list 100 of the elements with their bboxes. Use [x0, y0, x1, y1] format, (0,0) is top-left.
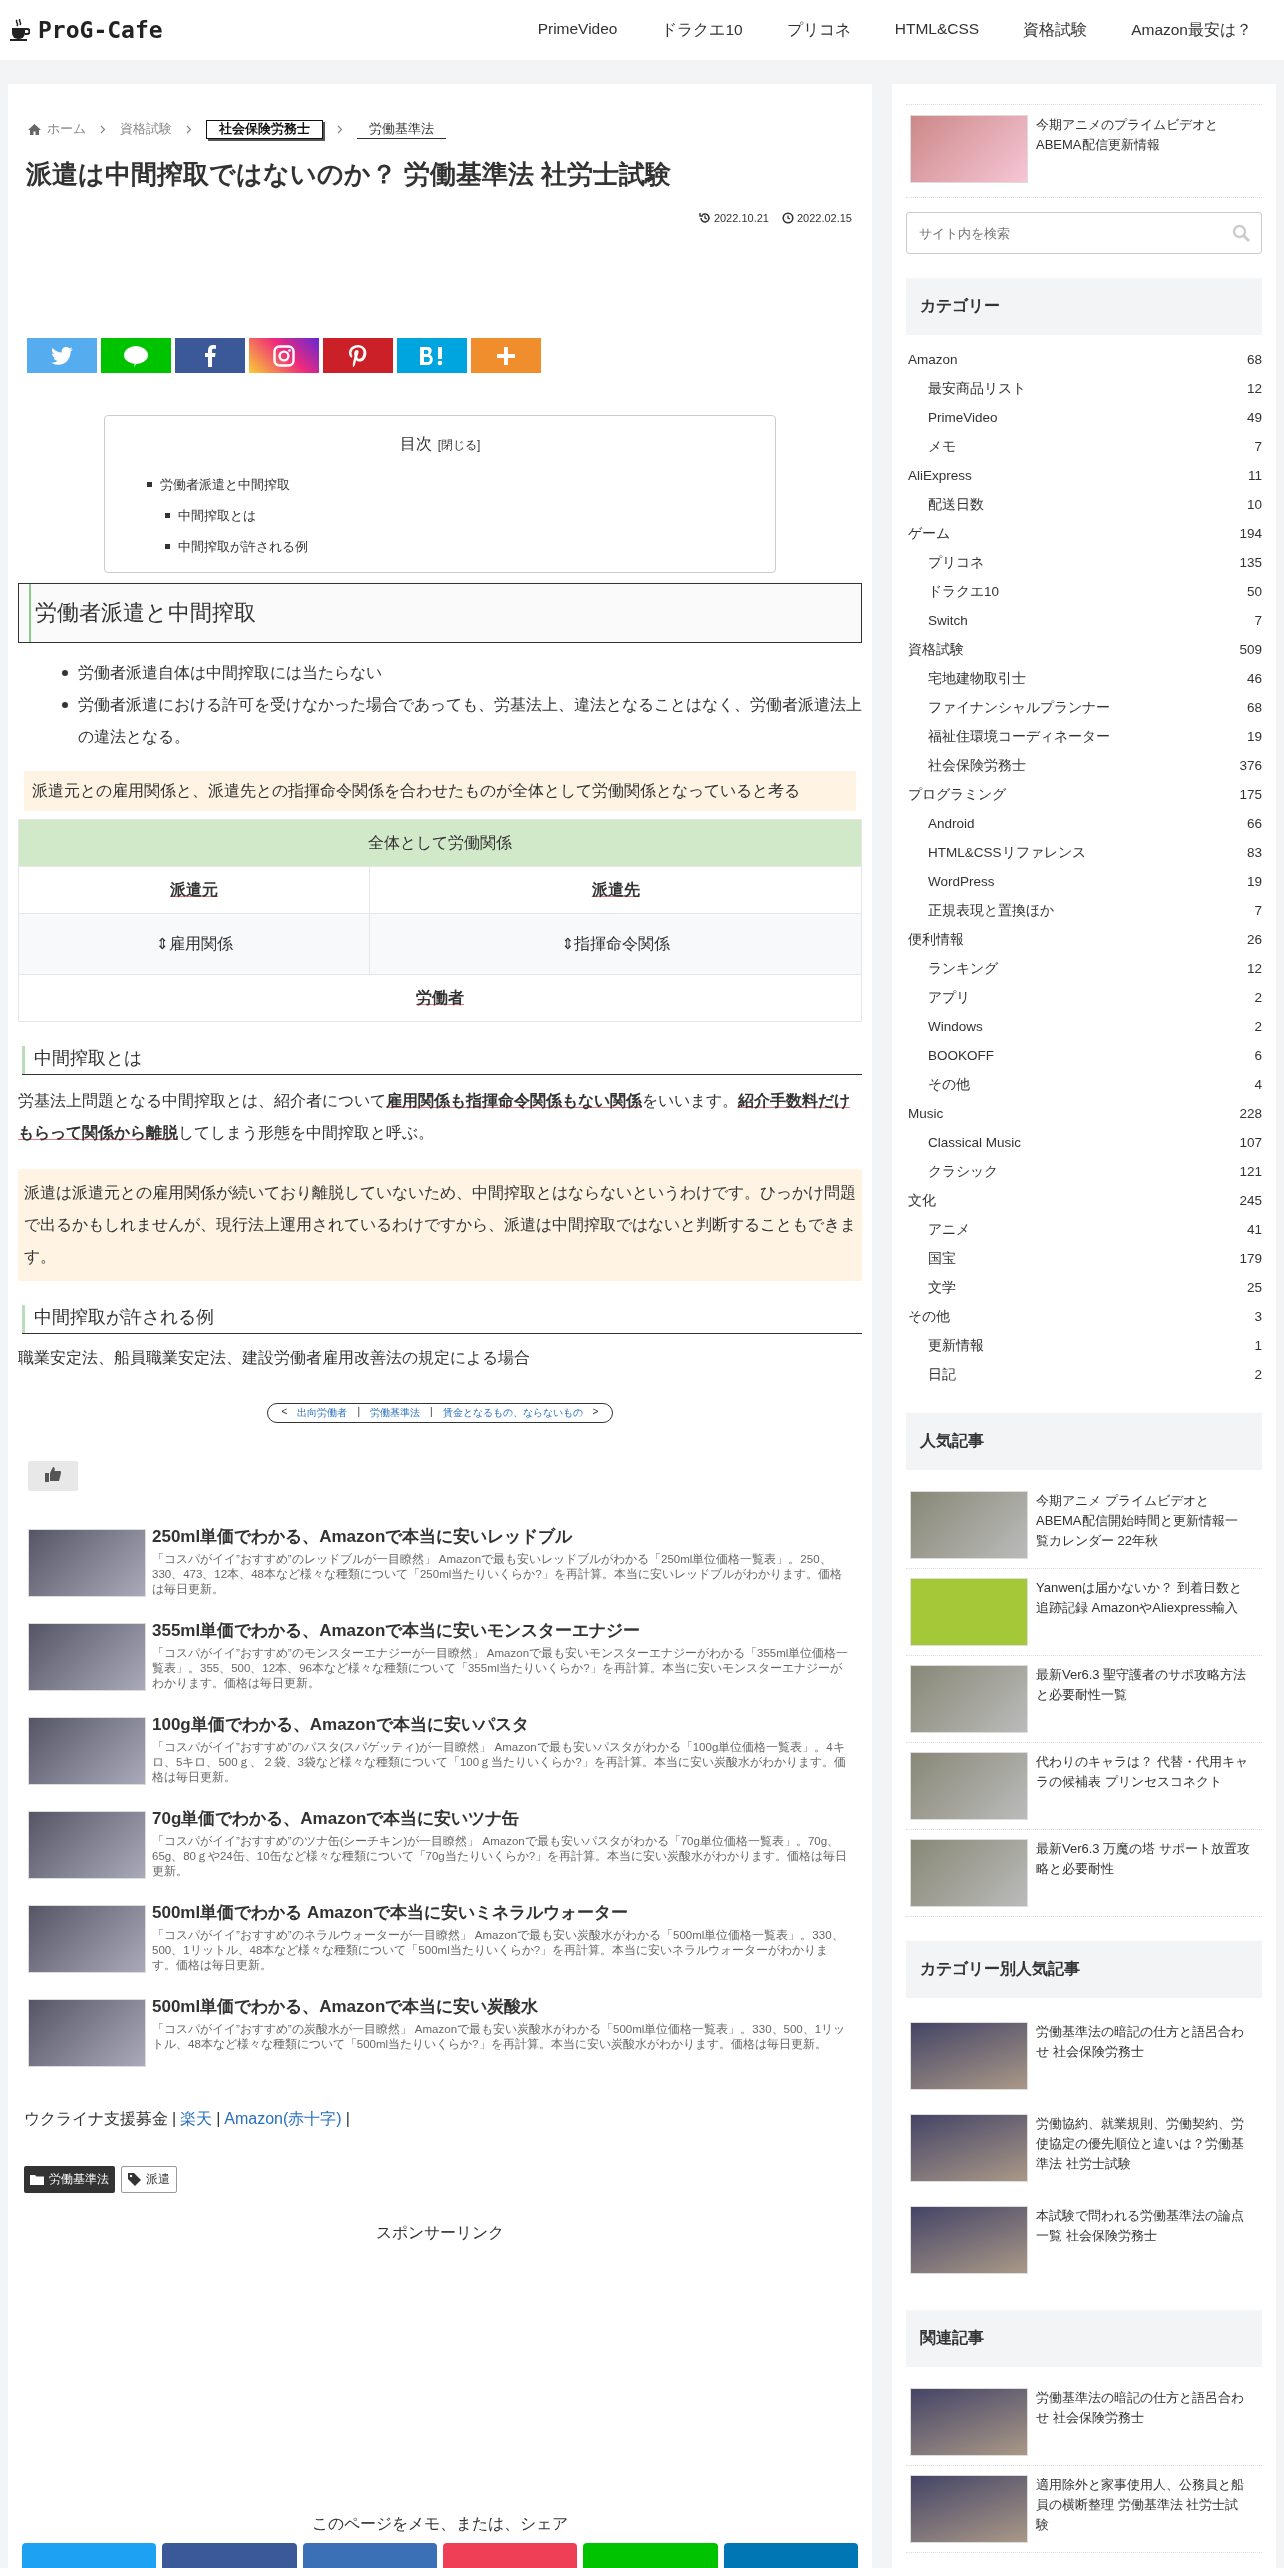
category-link[interactable]: Amazon [908, 352, 958, 367]
pager-separator: | [430, 1406, 433, 1419]
category-link[interactable]: 社会保険労務士 [928, 756, 1026, 775]
toc-toggle-link[interactable]: [閉じる] [437, 438, 481, 452]
category-link[interactable]: 最安商品リスト [928, 379, 1026, 398]
sidebar-article-link[interactable]: 最新Ver6.3 聖守護者のサポ攻略方法と必要耐性一覧 [1036, 1665, 1250, 1733]
category-link[interactable]: ドラクエ10 [928, 582, 1000, 601]
nav-link[interactable]: PrimeVideo [515, 19, 640, 41]
share-button[interactable] [175, 338, 245, 373]
post-count: 12 [1246, 961, 1262, 976]
category-link[interactable]: その他 [928, 1075, 970, 1094]
category-link[interactable]: 更新情報 [928, 1336, 984, 1355]
sidebar-article-link[interactable]: 労働基準法の暗記の仕方と語呂合わせ 社会保険労務士 [1036, 2388, 1250, 2456]
category-link[interactable]: 便利情報 [908, 930, 964, 949]
post-count: 175 [1239, 787, 1262, 802]
related-article-title[interactable]: 250ml単価でわかる、Amazonで本当に安いレッドブル [152, 1525, 852, 1548]
nav-link[interactable]: 資格試験 [1001, 19, 1110, 41]
toc-link[interactable]: 中間搾取とは [178, 500, 256, 531]
tag-link[interactable]: 労働基準法 [24, 2166, 115, 2193]
category-link[interactable]: Classical Music [928, 1135, 1022, 1150]
sidebar-article-link[interactable]: 労働基準法の暗記の仕方と語呂合わせ 社会保険労務士 [1036, 2022, 1250, 2090]
link-separator: | [172, 2110, 177, 2127]
search-icon[interactable] [1232, 224, 1250, 242]
category-link[interactable]: Windows [928, 1019, 983, 1034]
sidebar-article-link[interactable]: Yanwenは届かないか？ 到着日数と追跡記録 AmazonやAliexpress輸入 [1036, 1578, 1250, 1646]
category-link[interactable]: WordPress [928, 874, 995, 889]
square-bullet-icon [165, 513, 170, 518]
category-link[interactable]: HTML&CSSリファレンス [928, 843, 1086, 862]
post-count: 66 [1246, 816, 1262, 831]
sidebar-article-link[interactable]: 最新Ver6.3 万魔の塔 サポート放置攻略と必要耐性 [1036, 1839, 1250, 1907]
category-link[interactable]: メモ [928, 437, 956, 456]
related-article-title[interactable]: 500ml単価でわかる、Amazonで本当に安い炭酸水 [152, 1995, 852, 2018]
related-article-title[interactable]: 100g単価でわかる、Amazonで本当に安いパスタ [152, 1713, 852, 1736]
nav-link[interactable]: ドラクエ10 [639, 19, 765, 41]
category-link[interactable]: プログラミング [908, 785, 1006, 804]
pager-link[interactable]: 労働基準法 [370, 1406, 420, 1420]
category-link[interactable]: プリコネ [928, 553, 984, 572]
category-link[interactable]: BOOKOFF [928, 1048, 994, 1063]
pager-link[interactable]: 賃金となるもの、ならないもの [442, 1406, 583, 1420]
pin-icon [349, 344, 367, 367]
refresh-clock-icon [698, 212, 711, 224]
coffee-cup-icon [10, 19, 30, 41]
published-date: 2022.02.15 [796, 212, 852, 224]
category-link[interactable]: 文学 [928, 1278, 956, 1297]
category-link[interactable]: Switch [928, 613, 968, 628]
sidebar-article-link[interactable]: 代わりのキャラは？ 代替・代用キャラの候補表 プリンセスコネクト [1036, 1752, 1250, 1820]
donation-link[interactable]: 楽天 [180, 2110, 213, 2127]
paragraph: 労基法上問題となる中間搾取とは、紹介者について雇用関係も指揮命令関係もない関係をいいます。紹介手数料だけもらって関係から離脱してしまう形態を中間搾取と呼ぶ。 [18, 1091, 851, 1143]
post-count: 121 [1239, 1164, 1262, 1179]
toc-title: 目次 [399, 435, 432, 452]
category-link[interactable]: ランキング [928, 959, 998, 978]
breadcrumb-link[interactable]: ホーム [47, 121, 86, 138]
sidebar-article-link[interactable]: 労働協約、就業規則、労働契約、労使協定の優先順位と違いは？労働基準法 社労士試験 [1036, 2114, 1250, 2182]
callout-note: 派遣は派遣元との雇用関係が続いており離脱していないため、中間搾取とはならないというわけです。ひっかけ問題で出るかもしれませんが、現行法上運用されているわけですから、派遣は中間搾取ではないと判断することもできます。 [18, 1169, 862, 1281]
breadcrumb-link[interactable]: 資格試験 [120, 121, 172, 138]
tag-link[interactable]: 派遣 [121, 2166, 177, 2193]
category-link[interactable]: Music [908, 1106, 944, 1121]
toc-link[interactable]: 労働者派遣と中間搾取 [160, 469, 290, 500]
breadcrumb-link[interactable]: 労働基準法 [357, 120, 446, 139]
chevron-icon [186, 125, 192, 134]
category-link[interactable]: ファイナンシャルプランナー [928, 698, 1110, 717]
sidebar-article-link[interactable]: 今期アニメ プライムビデオとABEMA配信開始時間と更新情報一覧カレンダー 22年秋 [1036, 1491, 1250, 1559]
search-field[interactable]: サイト内を検索 [906, 212, 1262, 254]
site-logo[interactable]: ProG-Cafe [38, 17, 163, 43]
sidebar-article-link[interactable]: 適用除外と家事使用人、公務員と船員の横断整理 労働基準法 社労士試験 [1036, 2475, 1250, 2543]
share-button[interactable] [323, 338, 393, 373]
donation-link[interactable]: Amazon(赤十字) [224, 2110, 342, 2127]
category-link[interactable]: 正規表現と置換ほか [928, 901, 1054, 920]
category-link[interactable]: アプリ [928, 988, 970, 1007]
category-link[interactable]: 配送日数 [928, 495, 984, 514]
category-link[interactable]: アニメ [928, 1220, 970, 1239]
category-link[interactable]: クラシック [928, 1162, 998, 1181]
category-link[interactable]: 資格試験 [908, 640, 964, 659]
category-link[interactable]: Android [928, 816, 975, 831]
sidebar-article-link[interactable]: 本試験で問われる労働基準法の論点一覧 社会保険労務士 [1036, 2206, 1250, 2274]
related-article-title[interactable]: 355ml単価でわかる、Amazonで本当に安いモンスターエナジー [152, 1619, 852, 1642]
related-article-title[interactable]: 70g単価でわかる、Amazonで本当に安いツナ缶 [152, 1807, 852, 1830]
category-link[interactable]: AliExpress [908, 468, 972, 483]
share-button[interactable] [249, 338, 319, 373]
related-article-excerpt: 「コスパがイイ”おすすめ”のツナ缶(シーチキン)が一目瞭然」 Amazonで最も安いパスタがわかる「70g単位価格一覧表」。70g、65g、80ｇや24缶、10缶など様々な種類について「70g当たりいくらか?」を再計算。本当に安い炭酸水がわかります。価格は毎日更新。 [152, 1834, 849, 1879]
bird-icon [51, 346, 73, 365]
breadcrumb-link[interactable]: 社会保険労務士 [206, 120, 323, 139]
category-link[interactable]: 文化 [908, 1191, 936, 1210]
nav-link[interactable]: Amazon最安は？ [1109, 19, 1274, 41]
category-link[interactable]: 国宝 [928, 1249, 956, 1268]
related-article-title[interactable]: 500ml単価でわかる Amazonで本当に安いミネラルウォーター [152, 1901, 852, 1924]
nav-link[interactable]: HTML&CSS [872, 19, 1002, 41]
category-link[interactable]: その他 [908, 1307, 950, 1326]
category-link[interactable]: 宅地建物取引士 [928, 669, 1026, 688]
sidebar-article-link[interactable]: 今期アニメのプライムビデオとABEMA配信更新情報 [1036, 115, 1250, 183]
post-count: 46 [1246, 671, 1262, 686]
like-button[interactable] [28, 1461, 78, 1491]
category-link[interactable]: 日記 [928, 1365, 956, 1384]
post-count: 179 [1239, 1251, 1262, 1266]
toc-link[interactable]: 中間搾取が許される例 [178, 531, 308, 562]
category-link[interactable]: 福祉住環境コーディネーター [928, 727, 1110, 746]
pager-link[interactable]: 出向労働者 [297, 1406, 348, 1420]
category-link[interactable]: ゲーム [908, 524, 950, 543]
nav-link[interactable]: プリコネ [764, 19, 873, 41]
category-link[interactable]: PrimeVideo [928, 410, 998, 425]
